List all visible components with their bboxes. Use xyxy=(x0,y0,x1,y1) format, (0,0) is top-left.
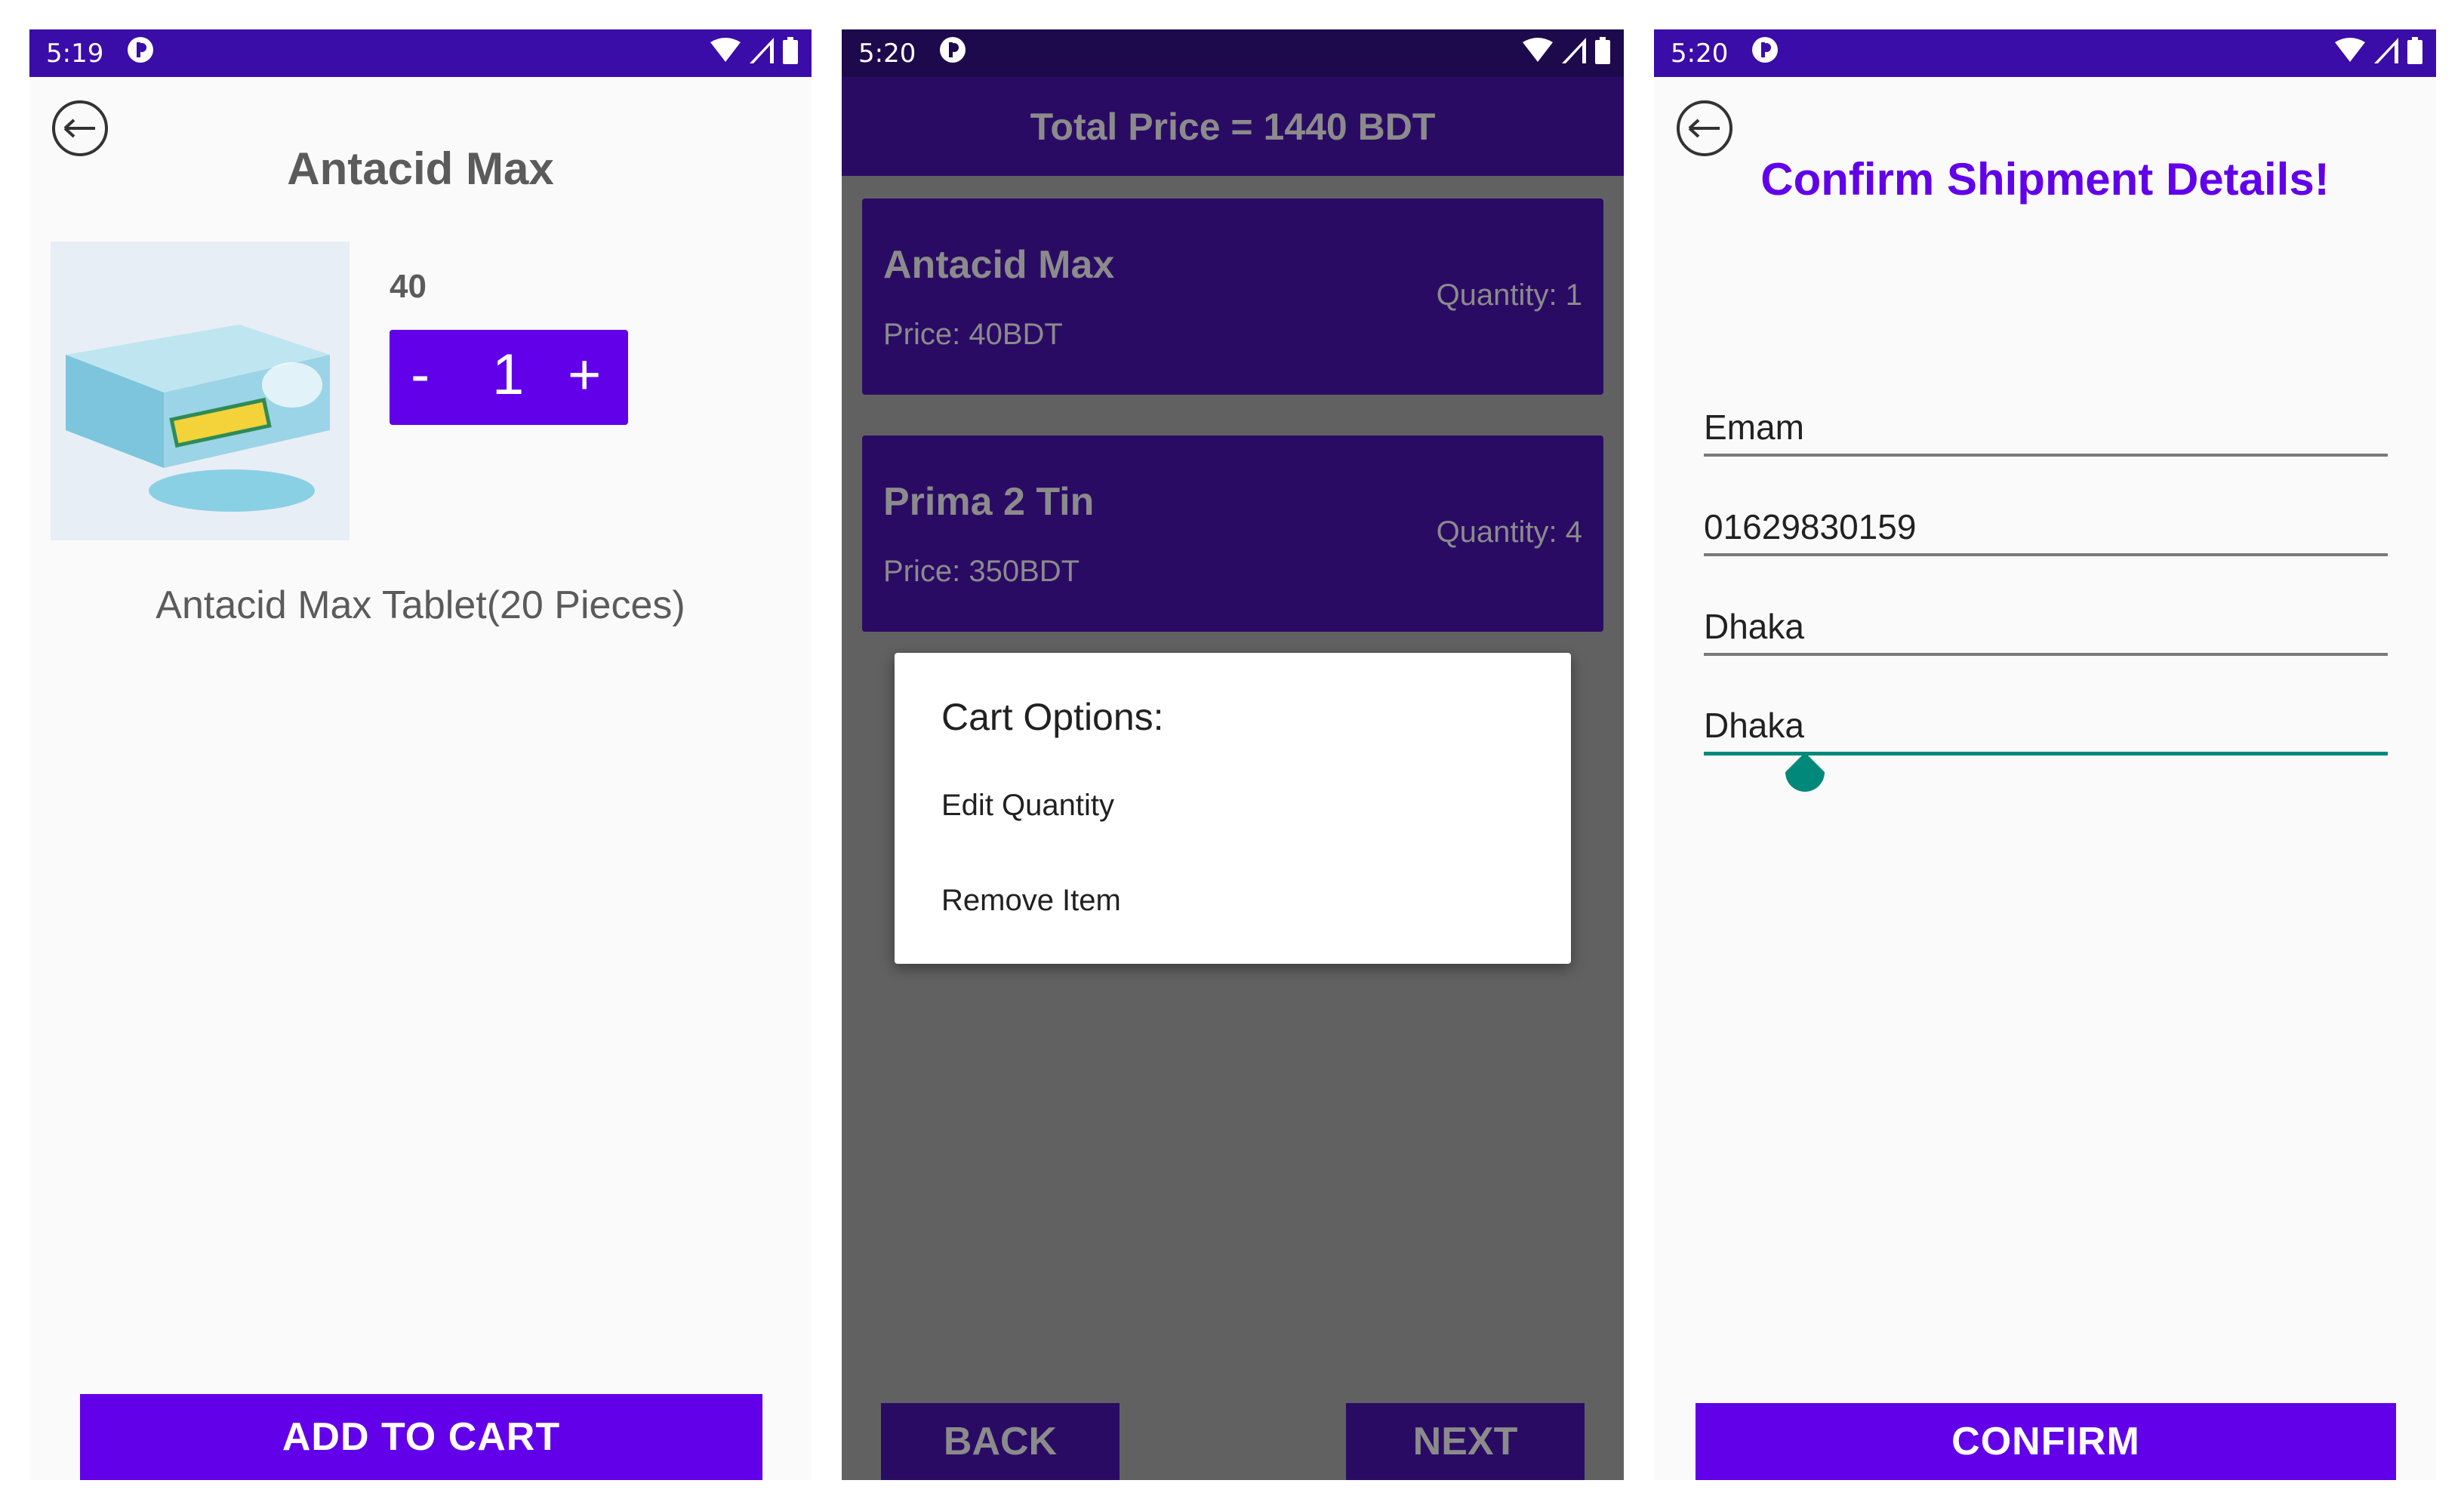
cart-options-dialog: Cart Options: Edit Quantity Remove Item xyxy=(895,653,1571,964)
quantity-stepper: - 1 + xyxy=(390,330,628,425)
signal-icon xyxy=(750,37,774,70)
battery-icon xyxy=(2407,36,2422,71)
page-title: Confirm Shipment Details! xyxy=(1760,154,2330,205)
status-time: 5:20 xyxy=(858,38,916,69)
add-to-cart-button[interactable]: ADD TO CART xyxy=(80,1394,762,1480)
total-price-header: Total Price = 1440 BDT xyxy=(842,77,1624,176)
increment-button[interactable]: + xyxy=(568,342,601,408)
notification-icon xyxy=(1751,35,1779,71)
notification-icon xyxy=(938,35,967,71)
city-field[interactable]: Dhaka xyxy=(1704,589,2388,656)
cart-screen: 5:20 Total Price = 1440 BDT Antacid Max … xyxy=(842,29,1624,1480)
battery-icon xyxy=(1595,36,1610,71)
cart-item[interactable]: Antacid Max Price: 40BDT Quantity: 1 xyxy=(862,198,1603,395)
cart-item-name: Prima 2 Tin xyxy=(883,480,1095,524)
arrow-left-icon xyxy=(1688,118,1720,138)
next-button[interactable]: NEXT xyxy=(1346,1403,1585,1480)
shipment-details-screen: 5:20 Confirm Shipment Details! Emam 0162… xyxy=(1654,29,2436,1480)
notification-icon xyxy=(126,35,155,71)
wifi-icon xyxy=(1523,37,1553,70)
quantity-value: 1 xyxy=(492,343,525,407)
cart-item-name: Antacid Max xyxy=(883,243,1115,287)
signal-icon xyxy=(1562,37,1586,70)
cart-item-quantity: Quantity: 4 xyxy=(1436,515,1582,549)
product-image xyxy=(51,242,350,540)
status-time: 5:19 xyxy=(46,38,104,69)
remove-item-option[interactable]: Remove Item xyxy=(941,884,1121,918)
product-price: 40 xyxy=(390,268,427,305)
address-field[interactable]: Dhaka xyxy=(1704,689,2388,756)
city-field-value: Dhaka xyxy=(1704,607,1804,646)
product-description: Antacid Max Tablet(20 Pieces) xyxy=(156,583,685,627)
decrement-button[interactable]: - xyxy=(411,342,430,408)
cart-item-price: Price: 350BDT xyxy=(883,555,1080,588)
text-cursor-handle[interactable] xyxy=(1785,752,1825,792)
wifi-icon xyxy=(710,37,741,70)
product-detail-screen: 5:19 Antacid Max 40 - 1 + Antacid Max Ta… xyxy=(29,29,812,1480)
name-field[interactable]: Emam xyxy=(1704,390,2388,457)
dialog-title: Cart Options: xyxy=(941,696,1164,738)
status-bar: 5:20 xyxy=(842,29,1624,77)
cart-item-quantity: Quantity: 1 xyxy=(1436,279,1582,312)
edit-quantity-option[interactable]: Edit Quantity xyxy=(941,789,1114,823)
back-button[interactable] xyxy=(1677,100,1732,156)
address-field-value: Dhaka xyxy=(1704,706,1804,745)
status-bar: 5:19 xyxy=(29,29,812,77)
wifi-icon xyxy=(2335,37,2365,70)
name-field-value: Emam xyxy=(1704,408,1804,447)
status-time: 5:20 xyxy=(1671,38,1729,69)
signal-icon xyxy=(2374,37,2398,70)
status-bar: 5:20 xyxy=(1654,29,2436,77)
battery-icon xyxy=(783,36,798,71)
cart-item-price: Price: 40BDT xyxy=(883,318,1063,351)
cart-item[interactable]: Prima 2 Tin Price: 350BDT Quantity: 4 xyxy=(862,435,1603,632)
product-title: Antacid Max xyxy=(287,143,554,194)
arrow-left-icon xyxy=(63,118,95,138)
back-button[interactable]: BACK xyxy=(881,1403,1120,1480)
phone-field[interactable]: 01629830159 xyxy=(1704,490,2388,556)
confirm-button[interactable]: CONFIRM xyxy=(1696,1403,2396,1480)
phone-field-value: 01629830159 xyxy=(1704,507,1917,546)
